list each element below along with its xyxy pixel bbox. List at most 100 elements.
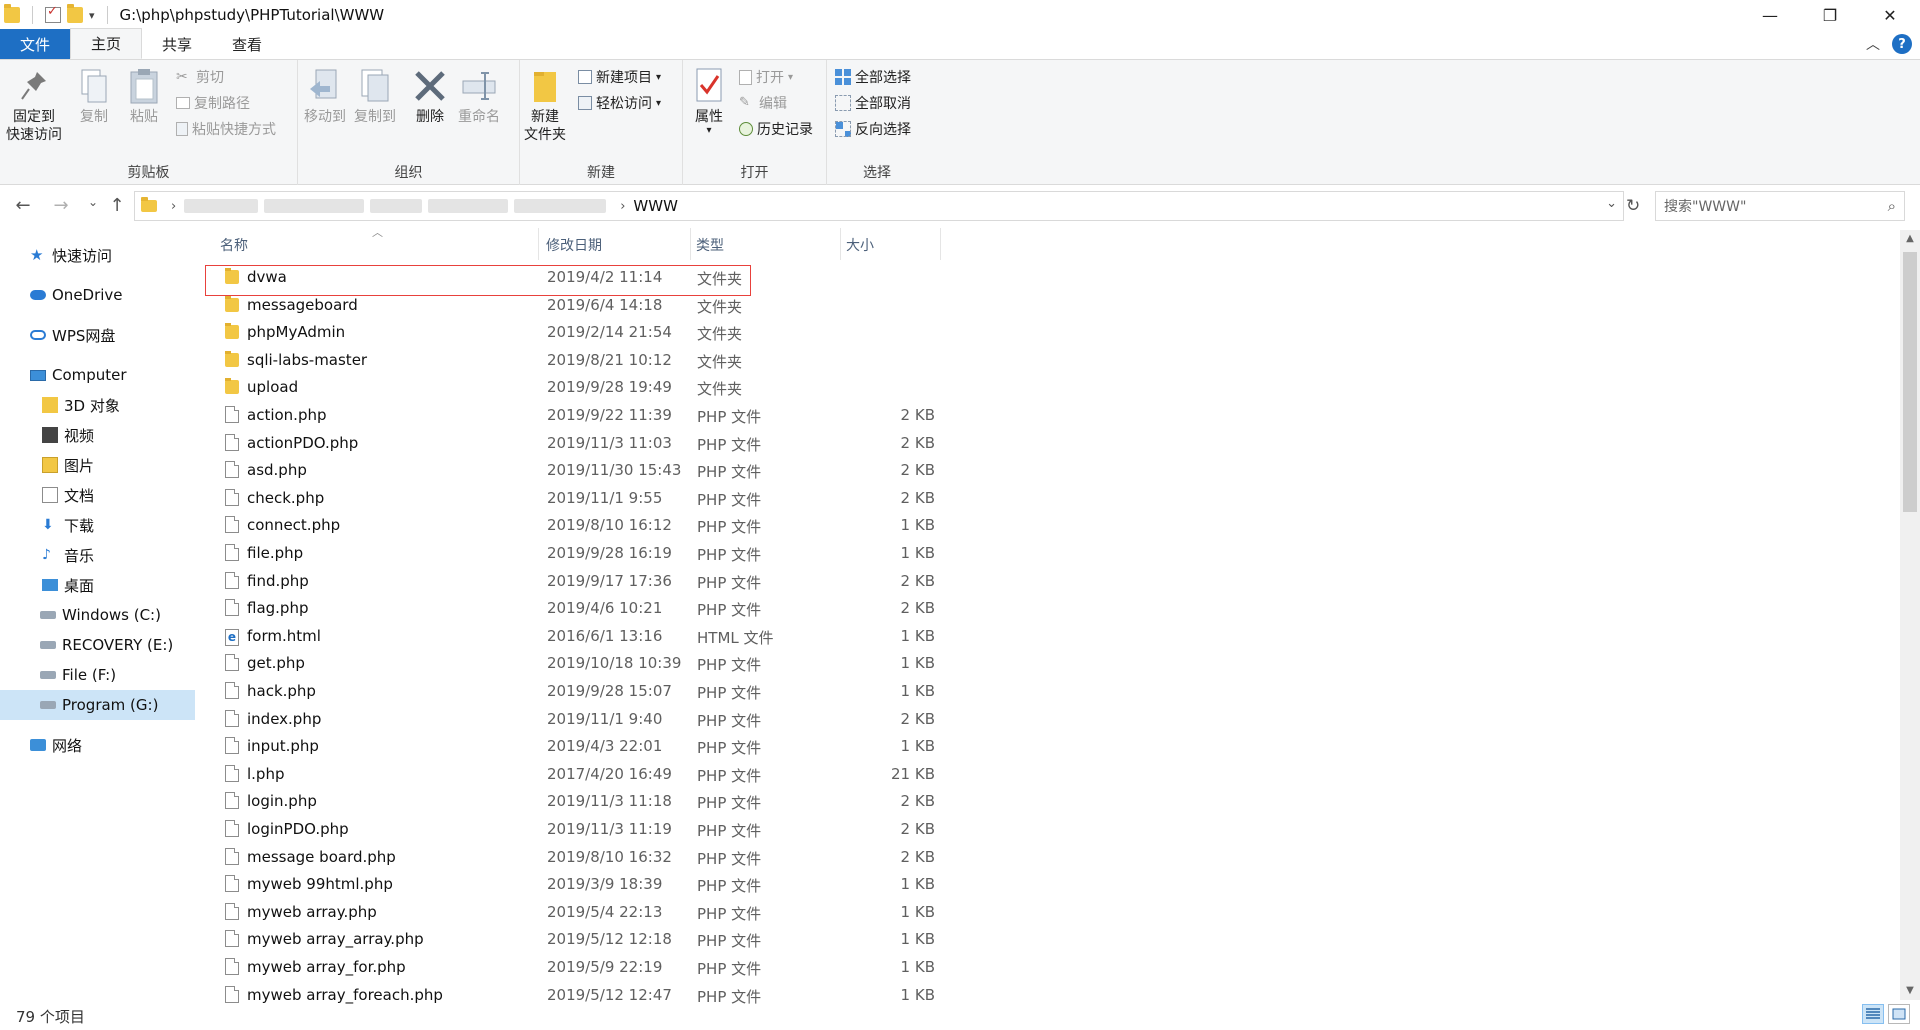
up-arrow-icon[interactable]: ↑ (102, 195, 132, 216)
column-divider[interactable] (538, 228, 539, 260)
address-bar[interactable]: › › WWW ⌄ (134, 191, 1624, 221)
file-row[interactable]: asd.php 2019/11/30 15:43 PHP 文件 2 KB (205, 457, 945, 484)
nav-computer[interactable]: Computer (0, 360, 195, 390)
file-row[interactable]: flag.php 2019/4/6 10:21 PHP 文件 2 KB (205, 595, 945, 622)
copy-to-button[interactable]: 复制到 (354, 66, 396, 126)
refresh-icon[interactable]: ↻ (1626, 196, 1640, 216)
nav-drive-g[interactable]: Program (G:) (0, 690, 195, 720)
collapse-ribbon-icon[interactable]: ︿ (1866, 34, 1880, 54)
nav-downloads[interactable]: ⬇ 下载 (0, 510, 195, 540)
large-icons-view-icon[interactable] (1888, 1004, 1910, 1024)
tab-share[interactable]: 共享 (142, 29, 212, 59)
scroll-down-arrow-icon[interactable]: ▼ (1900, 982, 1920, 1000)
nav-videos[interactable]: 视频 (0, 420, 195, 450)
redacted-breadcrumb[interactable] (370, 199, 423, 213)
column-header-date[interactable]: 修改日期 (546, 230, 690, 260)
nav-pictures[interactable]: 图片 (0, 450, 195, 480)
select-none-button[interactable]: 全部取消 (835, 92, 911, 114)
file-row[interactable]: actionPDO.php 2019/11/3 11:03 PHP 文件 2 KB (205, 430, 945, 457)
redacted-breadcrumb[interactable] (514, 199, 607, 213)
search-input[interactable]: 搜索"WWW" ⌕ (1655, 191, 1905, 221)
properties-check-icon[interactable] (45, 4, 61, 23)
column-header-name[interactable]: 名称 (220, 230, 538, 260)
scroll-up-arrow-icon[interactable]: ▲ (1900, 230, 1920, 248)
nav-onedrive[interactable]: OneDrive (0, 280, 195, 310)
open-button[interactable]: 打开 ▾ (739, 66, 793, 88)
file-row[interactable]: check.php 2019/11/1 9:55 PHP 文件 2 KB (205, 485, 945, 512)
invert-selection-button[interactable]: 反向选择 (835, 118, 911, 140)
nav-documents[interactable]: 文档 (0, 480, 195, 510)
new-folder-icon[interactable] (67, 4, 83, 23)
search-icon[interactable]: ⌕ (1888, 197, 1896, 215)
vertical-scrollbar[interactable]: ▲ ▼ (1900, 230, 1920, 1000)
redacted-breadcrumb[interactable] (184, 199, 259, 213)
delete-button[interactable]: 删除 (412, 66, 448, 126)
help-icon[interactable]: ? (1892, 34, 1912, 54)
column-header-size[interactable]: 大小 (846, 230, 940, 260)
history-button[interactable]: 历史记录 (739, 118, 813, 140)
minimize-button[interactable]: — (1740, 0, 1800, 30)
breadcrumb-current[interactable]: WWW (633, 197, 678, 215)
nav-wps-drive[interactable]: WPS网盘 (0, 320, 195, 350)
file-row[interactable]: index.php 2019/11/1 9:40 PHP 文件 2 KB (205, 706, 945, 733)
back-arrow-icon[interactable]: ← (8, 195, 38, 216)
paste-shortcut-button[interactable]: 粘贴快捷方式 (176, 118, 276, 140)
folder-row[interactable]: phpMyAdmin 2019/2/14 21:54 文件夹 (205, 319, 945, 346)
close-button[interactable]: ✕ (1860, 0, 1920, 30)
column-divider[interactable] (940, 228, 941, 260)
file-row[interactable]: loginPDO.php 2019/11/3 11:19 PHP 文件 2 KB (205, 816, 945, 843)
new-folder-button[interactable]: 新建 文件夹 (524, 66, 566, 144)
nav-desktop[interactable]: 桌面 (0, 570, 195, 600)
folder-row[interactable]: messageboard 2019/6/4 14:18 文件夹 (205, 292, 945, 319)
copy-path-button[interactable]: 复制路径 (176, 92, 250, 114)
file-row[interactable]: myweb array_array.php 2019/5/12 12:18 PHP … (205, 926, 945, 953)
file-row[interactable]: hack.php 2019/9/28 15:07 PHP 文件 1 KB (205, 678, 945, 705)
nav-quick-access[interactable]: ★ 快速访问 (0, 240, 195, 270)
new-item-button[interactable]: 新建项目 ▾ (578, 66, 661, 88)
redacted-breadcrumb[interactable] (428, 199, 509, 213)
copy-button[interactable]: 复制 (76, 66, 112, 126)
file-row[interactable]: myweb array.php 2019/5/4 22:13 PHP 文件 1 KB (205, 899, 945, 926)
tab-view[interactable]: 查看 (212, 29, 282, 59)
file-row[interactable]: message board.php 2019/8/10 16:32 PHP 文件 2 … (205, 844, 945, 871)
column-header-type[interactable]: 类型 (696, 230, 840, 260)
nav-drive-e[interactable]: RECOVERY (E:) (0, 630, 195, 660)
file-row[interactable]: get.php 2019/10/18 10:39 PHP 文件 1 KB (205, 650, 945, 677)
paste-button[interactable]: 粘贴 (126, 66, 162, 126)
breadcrumb-separator-icon[interactable]: › (620, 199, 625, 214)
pin-quick-access-button[interactable]: 固定到 快速访问 (6, 66, 62, 144)
rename-button[interactable]: 重命名 (458, 66, 500, 126)
file-row[interactable]: myweb array_for.php 2019/5/9 22:19 PHP 文件 1… (205, 954, 945, 981)
select-all-button[interactable]: 全部选择 (835, 66, 911, 88)
file-row[interactable]: input.php 2019/4/3 22:01 PHP 文件 1 KB (205, 733, 945, 760)
breadcrumb-separator-icon[interactable]: › (171, 199, 176, 214)
folder-row[interactable]: sqli-labs-master 2019/8/21 10:12 文件夹 (205, 347, 945, 374)
nav-3d-objects[interactable]: 3D 对象 (0, 390, 195, 420)
scrollbar-thumb[interactable] (1903, 252, 1917, 512)
file-row[interactable]: l.php 2017/4/20 16:49 PHP 文件 21 KB (205, 761, 945, 788)
file-row[interactable]: e form.html 2016/6/1 13:16 HTML 文件 1 KB (205, 623, 945, 650)
file-row[interactable]: find.php 2019/9/17 17:36 PHP 文件 2 KB (205, 568, 945, 595)
nav-drive-c[interactable]: Windows (C:) (0, 600, 195, 630)
forward-arrow-icon[interactable]: → (46, 195, 76, 216)
edit-button[interactable]: ✎ 编辑 (739, 92, 787, 114)
redacted-breadcrumb[interactable] (264, 199, 365, 213)
address-dropdown-icon[interactable]: ⌄ (1606, 196, 1617, 211)
move-to-button[interactable]: 移动到 (304, 66, 346, 126)
cut-button[interactable]: ✂ 剪切 (176, 66, 224, 88)
details-view-icon[interactable] (1862, 1004, 1884, 1024)
file-row[interactable]: action.php 2019/9/22 11:39 PHP 文件 2 KB (205, 402, 945, 429)
column-divider[interactable] (690, 228, 691, 260)
file-row[interactable]: myweb 99html.php 2019/3/9 18:39 PHP 文件 1 KB (205, 871, 945, 898)
tab-home[interactable]: 主页 (70, 28, 143, 59)
restore-button[interactable]: ❐ (1800, 0, 1860, 30)
file-row[interactable]: connect.php 2019/8/10 16:12 PHP 文件 1 KB (205, 512, 945, 539)
file-row[interactable]: file.php 2019/9/28 16:19 PHP 文件 1 KB (205, 540, 945, 567)
tab-file[interactable]: 文件 (0, 29, 70, 59)
easy-access-button[interactable]: 轻松访问 ▾ (578, 92, 661, 114)
column-divider[interactable] (840, 228, 841, 260)
nav-network[interactable]: 网络 (0, 730, 195, 760)
folder-row[interactable]: upload 2019/9/28 19:49 文件夹 (205, 374, 945, 401)
nav-drive-f[interactable]: File (F:) (0, 660, 195, 690)
nav-music[interactable]: ♪ 音乐 (0, 540, 195, 570)
